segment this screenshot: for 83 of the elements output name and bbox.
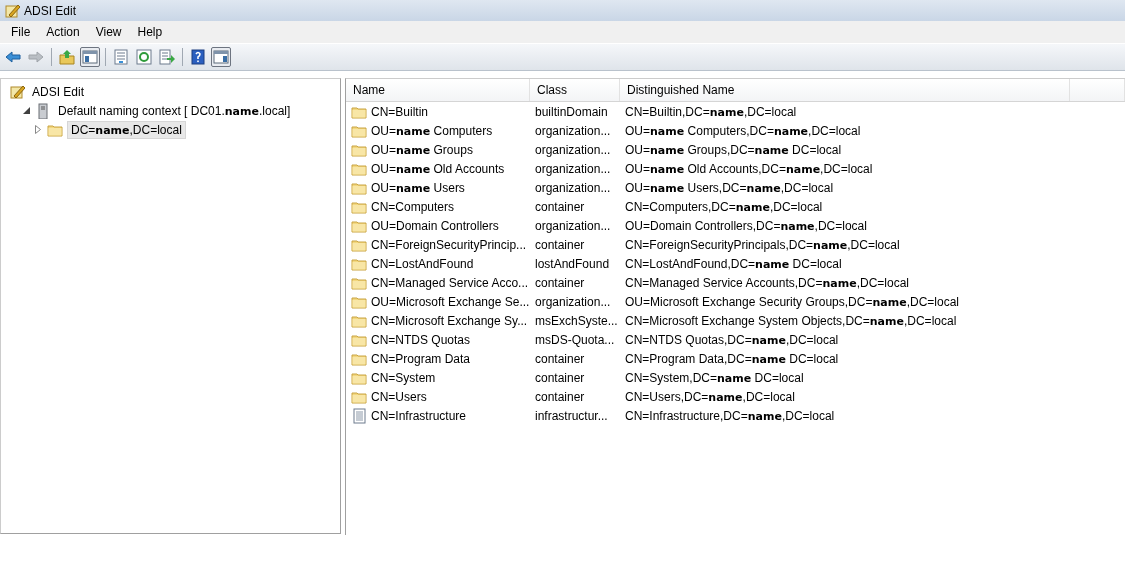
window-title: ADSI Edit [24, 3, 77, 18]
table-cell[interactable]: CN=ForeignSecurityPrincip... [371, 237, 527, 252]
menu-item[interactable]: Action [38, 23, 88, 41]
table-cell-text: OU=name Users,DC=name,DC=local [624, 180, 835, 195]
tree-item[interactable]: ADSI Edit [29, 83, 88, 100]
table-cell-text: OU=Microsoft Exchange Security Groups,DC=name,DC=local [624, 294, 960, 309]
table-cell[interactable]: OU=name Groups [371, 142, 473, 157]
table-cell-text: CN=Computers,DC=name,DC=local [624, 199, 824, 214]
table-cell[interactable]: OU=name Computers [371, 123, 493, 138]
table-cell-text: container [534, 199, 586, 214]
console-tree-icon [82, 49, 98, 65]
table-cell[interactable]: CN=System [371, 370, 436, 385]
table-cell-text: organization... [534, 180, 612, 195]
table-cell[interactable]: CN=Computers [371, 199, 455, 214]
menu-item[interactable]: File [3, 23, 39, 41]
table-cell-text: CN=Users,DC=name,DC=local [624, 389, 796, 404]
column-header[interactable]: Class [530, 79, 620, 101]
table-cell[interactable]: CN=LostAndFound [371, 256, 474, 271]
table-cell[interactable]: CN=Users [371, 389, 427, 404]
table-cell-text: container [534, 351, 586, 366]
tree-item[interactable]: Default naming context [ DC01.name.local] [55, 102, 294, 119]
table-cell-text: OU=name Groups,DC=name DC=local [624, 142, 843, 157]
console-tree-button[interactable] [80, 47, 100, 67]
refresh-button[interactable] [134, 47, 154, 67]
table-cell-text: OU=name Computers,DC=name,DC=local [624, 123, 862, 138]
table-cell-text: container [534, 237, 586, 252]
table-cell[interactable]: CN=NTDS Quotas [371, 332, 471, 347]
expanded-arrow-icon[interactable] [22, 107, 30, 114]
properties-button[interactable] [111, 47, 131, 67]
help-icon [190, 49, 206, 65]
table-cell[interactable]: CN=Program Data [371, 351, 471, 366]
document-icon [351, 407, 367, 424]
table-cell-text: CN=Builtin,DC=name,DC=local [624, 104, 798, 119]
table-cell-text: organization... [534, 123, 612, 138]
column-header[interactable]: Distinguished Name [620, 79, 1070, 101]
app-icon [4, 2, 20, 19]
table-cell-text: organization... [534, 142, 612, 157]
table-cell-text: CN=Infrastructure,DC=name,DC=local [624, 408, 836, 423]
table-cell-text: CN=System,DC=name DC=local [624, 370, 805, 385]
table-cell[interactable]: CN=Infrastructure [371, 408, 467, 423]
table-cell-text: CN=Managed Service Accounts,DC=name,DC=local [624, 275, 910, 290]
back-icon [5, 49, 21, 65]
table-cell-text: lostAndFound [534, 256, 611, 271]
column-header[interactable]: Name [346, 79, 530, 101]
table-cell[interactable]: CN=Microsoft Exchange Sy... [371, 313, 528, 328]
table-cell-text: CN=LostAndFound,DC=name DC=local [624, 256, 843, 271]
table-cell[interactable]: OU=Domain Controllers [371, 218, 499, 233]
table-cell-text: container [534, 275, 586, 290]
table-cell-text: container [534, 389, 586, 404]
tree-item[interactable]: DC=name,DC=local [67, 120, 186, 139]
table-cell-text: OU=Domain Controllers,DC=name,DC=local [624, 218, 868, 233]
table-cell-text: organization... [534, 294, 612, 309]
table-cell-text: CN=Microsoft Exchange System Objects,DC=name,DC=local [624, 313, 958, 328]
table-cell-text: CN=NTDS Quotas,DC=name,DC=local [624, 332, 840, 347]
forward-icon [28, 49, 44, 65]
table-cell-text: CN=ForeignSecurityPrincipals,DC=name,DC=local [624, 237, 901, 252]
folder-up-button[interactable] [57, 47, 77, 67]
table-cell[interactable]: CN=Managed Service Acco... [371, 275, 529, 290]
table-cell-text: OU=name Old Accounts,DC=name,DC=local [624, 161, 874, 176]
table-cell-text: container [534, 370, 586, 385]
table-cell-text: msExchSyste... [534, 313, 619, 328]
refresh-icon [136, 49, 152, 65]
action-pane-icon [213, 49, 229, 65]
table-cell-text: CN=Program Data,DC=name DC=local [624, 351, 840, 366]
properties-icon [113, 49, 129, 65]
server-icon [35, 102, 51, 119]
table-cell-text: builtinDomain [534, 104, 609, 119]
table-cell-text: organization... [534, 161, 612, 176]
table-cell[interactable]: OU=Microsoft Exchange Se... [371, 294, 530, 309]
export-list-button[interactable] [157, 47, 177, 67]
folder-up-icon [59, 49, 75, 65]
export-list-icon [159, 49, 175, 65]
help-button[interactable] [188, 47, 208, 67]
table-cell-text: organization... [534, 218, 612, 233]
table-cell[interactable]: OU=name Old Accounts [371, 161, 505, 176]
action-pane-button[interactable] [211, 47, 231, 67]
table-cell-text: infrastructur... [534, 408, 609, 423]
table-cell[interactable]: OU=name Users [371, 180, 465, 195]
collapsed-arrow-icon[interactable] [35, 125, 41, 134]
menu-item[interactable]: View [87, 23, 130, 41]
menu-item[interactable]: Help [129, 23, 171, 41]
table-cell[interactable]: CN=Builtin [371, 104, 429, 119]
table-cell-text: msDS-Quota... [534, 332, 616, 347]
